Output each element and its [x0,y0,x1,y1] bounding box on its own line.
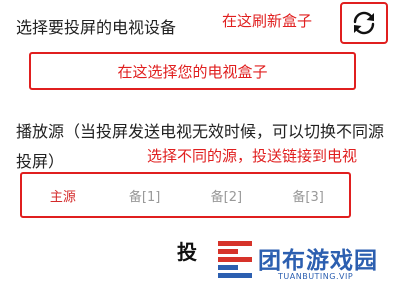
tab-backup-1[interactable]: 备[1] [104,186,186,205]
refresh-annotation: 在这刷新盒子 [222,12,313,30]
refresh-icon [353,11,375,35]
watermark-url: TUANBUTING.VIP [278,272,354,281]
tab-backup-2[interactable]: 备[2] [186,186,268,205]
source-tabs: 主源 备[1] 备[2] 备[3] [20,172,351,218]
tab-main-source[interactable]: 主源 [22,186,104,205]
watermark-name: 团布游戏园 [258,248,378,274]
cast-button[interactable]: 投 [177,236,197,265]
watermark-logo: 团布游戏园 TUANBUTING.VIP [218,239,390,285]
logo-icon [218,241,252,278]
page-title: 选择要投屏的电视设备 [16,18,177,37]
refresh-button[interactable] [340,2,388,44]
tv-device-select[interactable]: 在这选择您的电视盒子 [29,52,356,90]
tab-backup-3[interactable]: 备[3] [267,186,349,205]
source-annotation: 选择不同的源，投送链接到电视 [147,147,358,165]
